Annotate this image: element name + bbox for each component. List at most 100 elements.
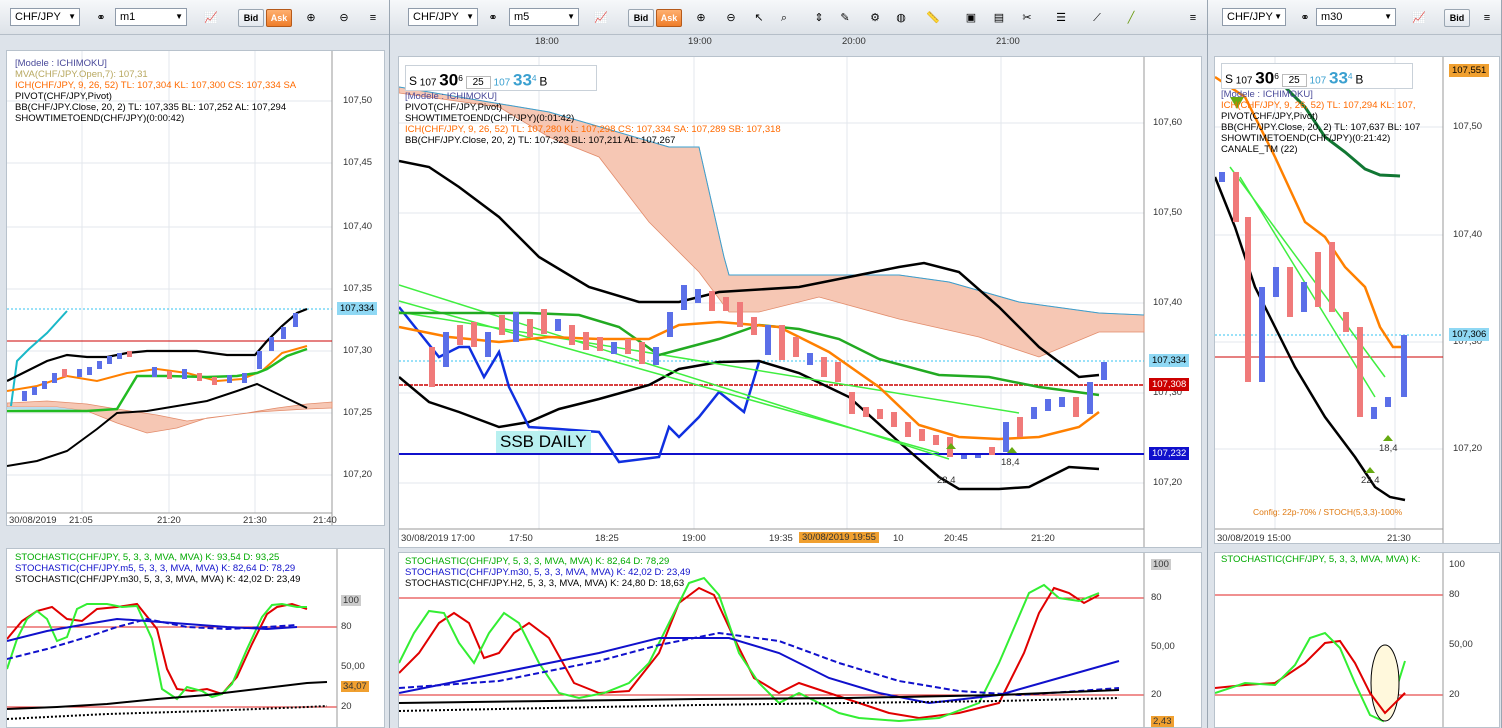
template-icon[interactable]: ▤ <box>988 9 1010 27</box>
time-tick: 18:25 <box>595 533 619 544</box>
buy-price-pip: 4 <box>1347 71 1353 81</box>
edit-icon[interactable]: ✎ <box>834 9 856 27</box>
legend-line: MVA(CHF/JPY.Open,7): 107,31 <box>15 69 148 80</box>
menu-icon[interactable]: ≡ <box>1186 9 1200 27</box>
lines-icon[interactable]: ☰ <box>1050 9 1072 27</box>
bid-button[interactable]: Bid <box>628 9 654 27</box>
chart-type-icon[interactable]: 📈 <box>1408 9 1430 27</box>
current-price-tag: 107,334 <box>337 302 378 315</box>
toolbar-m30: CHF/JPY ▼ ⚭ m30 ▼ 📈 Bid ≡ <box>1208 0 1501 35</box>
price-tick: 107,20 <box>1453 443 1483 454</box>
indicator-legend: [Modele : ICHIMOKU] PIVOT(CHF/JPY,Pivot)… <box>405 91 781 146</box>
legend-line: [Modele : ICHIMOKU] <box>15 58 107 69</box>
price-tick: 107,50 <box>1453 121 1483 132</box>
stoch-tick: 80 <box>1449 589 1460 600</box>
price-panel-m1[interactable]: [Modele : ICHIMOKU] MVA(CHF/JPY.Open,7):… <box>6 50 385 526</box>
cursor-icon[interactable]: ↖ <box>748 9 770 27</box>
top-time-tick: 20:00 <box>842 36 866 47</box>
timeframe-select[interactable]: m1 ▼ <box>115 8 187 26</box>
price-tick: 107,20 <box>343 469 373 480</box>
stoch-tick: 100 <box>1151 559 1171 570</box>
link-icon[interactable]: ⚭ <box>1294 9 1316 27</box>
price-panel-m5[interactable]: S 107 306 25 107 334 B [Modele : ICHIMOK… <box>398 56 1202 548</box>
price-tick: 107,45 <box>343 157 373 168</box>
sell-label: S <box>409 74 418 89</box>
symbol-select[interactable]: CHF/JPY ▼ <box>10 8 80 26</box>
stoch-tick: 100 <box>341 595 361 606</box>
quote-box[interactable]: S 107 306 25 107 334 B <box>1221 63 1413 89</box>
chart-window-m30: CHF/JPY ▼ ⚭ m30 ▼ 📈 Bid ≡ S 107 306 25 1… <box>1208 0 1502 728</box>
stochastic-panel-m30[interactable]: STOCHASTIC(CHF/JPY, 5, 3, 3, MVA, MVA) K… <box>1214 552 1500 728</box>
legend-line: ICH(CHF/JPY, 9, 26, 52) TL: 107,280 KL: … <box>405 124 781 135</box>
time-tick: 30/08/2019 15:00 <box>1217 533 1291 544</box>
symbol-value: CHF/JPY <box>413 11 459 23</box>
sell-price-main: 30 <box>1255 68 1275 88</box>
price-tick: 107,40 <box>343 221 373 232</box>
stoch-tick: 100 <box>1449 559 1465 570</box>
annotation-label: 18,4 <box>1379 443 1398 454</box>
zoom-out-icon[interactable]: ⊖ <box>333 9 355 27</box>
price-tick: 107,50 <box>1153 207 1183 218</box>
config-note: Config: 22p-70% / STOCH(5,3,3)-100% <box>1253 507 1403 517</box>
ask-button[interactable]: Ask <box>656 9 682 27</box>
menu-icon[interactable]: ≡ <box>366 9 380 27</box>
chart-type-icon[interactable]: 📈 <box>200 9 222 27</box>
legend-line: [Modele : ICHIMOKU] <box>405 91 497 102</box>
chart-type-icon[interactable]: 📈 <box>590 9 612 27</box>
time-tick: 10 <box>893 533 904 544</box>
stoch-tick: 20 <box>341 701 352 712</box>
legend-line: STOCHASTIC(CHF/JPY, 5, 3, 3, MVA, MVA) K… <box>1221 554 1421 565</box>
image-icon[interactable]: ▣ <box>960 9 982 27</box>
legend-line: STOCHASTIC(CHF/JPY.m30, 5, 3, 3, MVA, MV… <box>405 567 691 578</box>
sell-price-prefix: 107 <box>1235 75 1253 87</box>
timeframe-select[interactable]: m30 ▼ <box>1316 8 1396 26</box>
zoom-out-icon[interactable]: ⊖ <box>720 9 742 27</box>
symbol-select[interactable]: CHF/JPY ▼ <box>1222 8 1286 26</box>
legend-line: BB(CHF/JPY.Close, 20, 2) TL: 107,335 BL:… <box>15 102 287 113</box>
price-panel-m30[interactable]: S 107 306 25 107 334 B [Modele : ICHIMOK… <box>1214 56 1500 544</box>
buy-price-main: 33 <box>512 70 532 90</box>
zoom-box-icon[interactable]: ⌕ <box>773 9 795 27</box>
legend-line: ICH(CHF/JPY, 9, 26, 52) TL: 107,304 KL: … <box>15 80 297 91</box>
legend-line: [Modele : ICHIMOKU] <box>1221 89 1313 100</box>
indicator-legend: [Modele : ICHIMOKU] MVA(CHF/JPY.Open,7):… <box>15 58 296 124</box>
link-icon[interactable]: ⚭ <box>482 9 504 27</box>
link-icon[interactable]: ⚭ <box>90 9 112 27</box>
symbol-select[interactable]: CHF/JPY ▼ <box>408 8 478 26</box>
buy-price-main: 33 <box>1328 68 1348 88</box>
buy-price-pip: 4 <box>531 73 537 83</box>
bid-button[interactable]: Bid <box>238 9 264 27</box>
buy-label: B <box>1355 72 1364 87</box>
trade-size[interactable]: 25 <box>465 76 491 90</box>
chevron-down-icon: ▼ <box>68 12 76 21</box>
indicator-icon[interactable]: ⚙ <box>864 9 886 27</box>
zoom-in-icon[interactable]: ⊕ <box>300 9 322 27</box>
ruler-icon[interactable]: 📏 <box>922 9 944 27</box>
ask-button[interactable]: Ask <box>266 9 292 27</box>
time-tick: 21:30 <box>1387 533 1411 544</box>
legend-line: SHOWTIMETOEND(CHF/JPY)(0:00:42) <box>15 113 185 124</box>
legend-line: CANALE_TM (22) <box>1221 144 1298 155</box>
trade-size[interactable]: 25 <box>1281 74 1307 88</box>
legend-line: SHOWTIMETOEND(CHF/JPY)(0:01:42) <box>405 113 575 124</box>
timeframe-select[interactable]: m5 ▼ <box>509 8 579 26</box>
fan-icon[interactable]: ⟋ <box>1086 9 1108 27</box>
time-tick: 21:30 <box>243 515 267 526</box>
toolbar-m1: CHF/JPY ▼ ⚭ m1 ▼ 📈 Bid Ask ⊕ ⊖ ≡ <box>0 0 389 35</box>
fit-icon[interactable]: ⇕ <box>808 9 830 27</box>
time-tick: 19:00 <box>682 533 706 544</box>
bid-button[interactable]: Bid <box>1444 9 1470 27</box>
trendline-icon[interactable]: ╱ <box>1120 9 1142 27</box>
tools-icon[interactable]: ✂ <box>1016 9 1038 27</box>
stochastic-legend: STOCHASTIC(CHF/JPY, 5, 3, 3, MVA, MVA) K… <box>15 552 300 585</box>
sell-price-pip: 6 <box>1274 71 1279 81</box>
time-tick: 21:20 <box>157 515 181 526</box>
zoom-in-icon[interactable]: ⊕ <box>690 9 712 27</box>
time-tick: 19:35 <box>769 533 793 544</box>
quote-box[interactable]: S 107 306 25 107 334 B <box>405 65 597 91</box>
time-tick: 21:20 <box>1031 533 1055 544</box>
stochastic-panel-m5[interactable]: STOCHASTIC(CHF/JPY, 5, 3, 3, MVA, MVA) K… <box>398 552 1202 728</box>
menu-icon[interactable]: ≡ <box>1480 9 1494 27</box>
globe-icon[interactable]: ◍ <box>890 9 912 27</box>
stochastic-panel-m1[interactable]: STOCHASTIC(CHF/JPY, 5, 3, 3, MVA, MVA) K… <box>6 548 385 728</box>
